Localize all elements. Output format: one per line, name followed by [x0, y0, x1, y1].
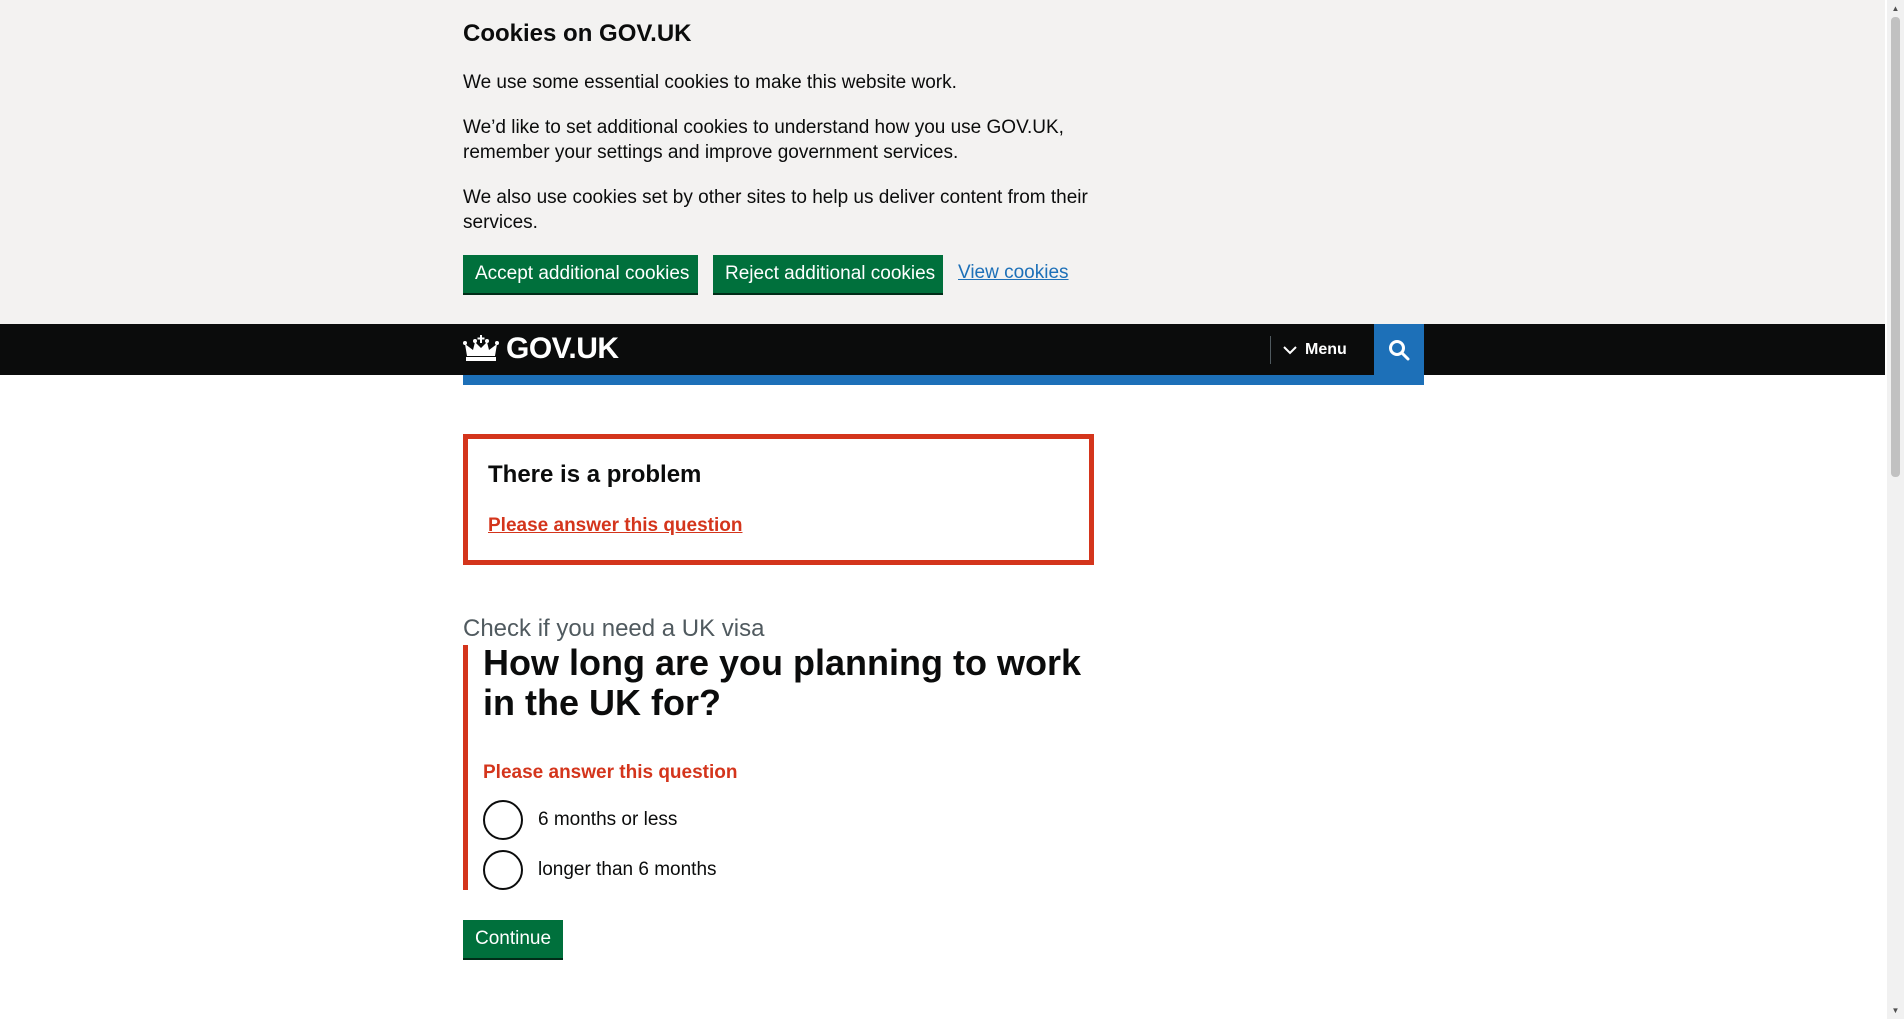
error-border: [463, 645, 468, 890]
error-summary: There is a problem Please answer this qu…: [463, 434, 1094, 565]
chevron-down-icon: [1283, 345, 1297, 354]
radio-label-6-months-or-less[interactable]: 6 months or less: [538, 809, 677, 831]
scroll-down-arrow-icon[interactable]: ▼: [1887, 1002, 1904, 1019]
radio-6-months-or-less[interactable]: [483, 800, 523, 840]
site-header: [0, 324, 1885, 375]
error-summary-title: There is a problem: [488, 461, 702, 488]
reject-cookies-button[interactable]: Reject additional cookies: [713, 255, 943, 293]
view-cookies-link[interactable]: View cookies: [958, 262, 1069, 284]
logo-text: GOV.UK: [506, 332, 619, 365]
radio-longer-than-6-months[interactable]: [483, 850, 523, 890]
cookie-banner: Cookies on GOV.UK We use some essential …: [0, 0, 1885, 324]
scrollbar-thumb[interactable]: [1891, 17, 1900, 477]
cookie-banner-text: We’d like to set additional cookies to u…: [463, 117, 1064, 163]
header-divider: [1270, 336, 1271, 364]
continue-button[interactable]: Continue: [463, 920, 563, 958]
cookie-banner-title: Cookies on GOV.UK: [463, 20, 692, 47]
question-heading: How long are you planning to work in the…: [483, 642, 1082, 723]
accept-cookies-button[interactable]: Accept additional cookies: [463, 255, 698, 293]
page: Cookies on GOV.UK We use some essential …: [0, 0, 1885, 1019]
scroll-up-arrow-icon[interactable]: ▲: [1887, 0, 1904, 17]
govuk-logo-link[interactable]: GOV.UK: [463, 332, 619, 366]
error-summary-link[interactable]: Please answer this question: [488, 515, 742, 537]
menu-label: Menu: [1305, 340, 1347, 358]
header-blue-bar: [463, 375, 1424, 385]
cookie-banner-text: We also use cookies set by other sites t…: [463, 187, 1088, 233]
crown-icon: [463, 335, 499, 361]
radio-label-longer-than-6-months[interactable]: longer than 6 months: [538, 859, 717, 881]
menu-button[interactable]: Menu: [1283, 324, 1347, 375]
question-caption: Check if you need a UK visa: [463, 615, 765, 642]
cookie-banner-text: We use some essential cookies to make th…: [463, 72, 957, 93]
error-message: Please answer this question: [483, 762, 738, 783]
vertical-scrollbar[interactable]: ▲ ▼: [1887, 0, 1904, 1019]
search-button[interactable]: [1374, 324, 1424, 375]
search-icon: [1389, 339, 1410, 360]
